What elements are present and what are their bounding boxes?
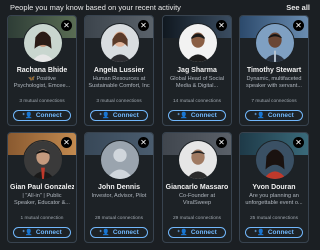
dismiss-icon[interactable]: ✕ bbox=[138, 20, 149, 31]
add-person-icon: ⁺👤 bbox=[22, 230, 33, 236]
add-person-icon: ⁺👤 bbox=[22, 113, 33, 119]
add-person-icon: ⁺👤 bbox=[254, 113, 265, 119]
person-headline: Global Head of Social Media & Digital... bbox=[169, 76, 225, 89]
person-name[interactable]: Jag Sharma bbox=[165, 66, 229, 75]
section-title: People you may know based on your recent… bbox=[10, 3, 181, 12]
person-card[interactable]: ✕ Angela Lussier Human Resources at Sust… bbox=[84, 15, 154, 126]
person-card[interactable]: ✕ Rachana Bhide 🦋 Positive Psychologist,… bbox=[7, 15, 77, 126]
connect-button[interactable]: ⁺👤 Connect bbox=[13, 110, 71, 121]
dismiss-icon[interactable]: ✕ bbox=[216, 137, 227, 148]
add-person-icon: ⁺👤 bbox=[99, 113, 110, 119]
person-headline: Are you planning an unforgettable event … bbox=[245, 193, 303, 206]
person-card[interactable]: ✕ John Dennis Investor, Advisor, Pilot 2… bbox=[84, 132, 154, 243]
person-card[interactable]: ✕ Jag Sharma Global Head of Social Media… bbox=[162, 15, 232, 126]
person-headline: Co-Founder at ViralSweep bbox=[178, 193, 216, 206]
see-all-link[interactable]: See all bbox=[286, 3, 310, 12]
connect-button[interactable]: ⁺👤 Connect bbox=[13, 227, 71, 238]
person-name[interactable]: Yvon Douran bbox=[242, 183, 306, 192]
person-name[interactable]: John Dennis bbox=[87, 183, 151, 192]
person-card[interactable]: ✕ Gian Paul Gonzalez | "All-in" | Public… bbox=[7, 132, 77, 243]
people-grid: ✕ Rachana Bhide 🦋 Positive Psychologist,… bbox=[7, 15, 309, 245]
avatar[interactable] bbox=[100, 140, 140, 180]
connect-button[interactable]: ⁺👤 Connect bbox=[90, 227, 148, 238]
person-headline: 🦋 Positive Psychologist, Emcee... bbox=[13, 76, 71, 89]
dismiss-icon[interactable]: ✕ bbox=[61, 20, 72, 31]
connect-button[interactable]: ⁺👤 Connect bbox=[168, 227, 226, 238]
avatar[interactable] bbox=[178, 23, 218, 63]
connect-button[interactable]: ⁺👤 Connect bbox=[245, 110, 303, 121]
add-person-icon: ⁺👤 bbox=[254, 230, 265, 236]
person-card[interactable]: ✕ Giancarlo Massaro Co-Founder at ViralS… bbox=[162, 132, 232, 243]
add-person-icon: ⁺👤 bbox=[177, 113, 188, 119]
dismiss-icon[interactable]: ✕ bbox=[293, 20, 304, 31]
mutual-connections: 25 mutual connections bbox=[250, 216, 298, 221]
avatar[interactable] bbox=[100, 23, 140, 63]
section-header: People you may know based on your recent… bbox=[10, 3, 310, 15]
person-card[interactable]: ✕ Yvon Douran Are you planning an unforg… bbox=[239, 132, 309, 243]
mutual-connections: 14 mutual connections bbox=[173, 99, 221, 104]
mutual-connections: 1 mutual connection bbox=[20, 216, 64, 221]
person-headline: | "All-in" | Public Speaker, Educator &.… bbox=[14, 193, 70, 206]
dismiss-icon[interactable]: ✕ bbox=[293, 137, 304, 148]
dismiss-icon[interactable]: ✕ bbox=[216, 20, 227, 31]
connect-button[interactable]: ⁺👤 Connect bbox=[90, 110, 148, 121]
person-headline: Investor, Advisor, Pilot bbox=[91, 193, 147, 199]
connect-button[interactable]: ⁺👤 Connect bbox=[168, 110, 226, 121]
person-name[interactable]: Rachana Bhide bbox=[10, 66, 74, 75]
person-name[interactable]: Giancarlo Massaro bbox=[165, 183, 229, 192]
person-card[interactable]: ✕ Timothy Stewart Dynamic, multifaceted … bbox=[239, 15, 309, 126]
person-name[interactable]: Gian Paul Gonzalez bbox=[10, 183, 74, 192]
mutual-connections: 3 mutual connections bbox=[19, 99, 65, 104]
mutual-connections: 3 mutual connections bbox=[96, 99, 142, 104]
mutual-connections: 29 mutual connections bbox=[173, 216, 221, 221]
person-name[interactable]: Timothy Stewart bbox=[242, 66, 306, 75]
avatar[interactable] bbox=[178, 140, 218, 180]
dismiss-icon[interactable]: ✕ bbox=[138, 137, 149, 148]
avatar[interactable] bbox=[23, 23, 63, 63]
add-person-icon: ⁺👤 bbox=[177, 230, 188, 236]
avatar[interactable] bbox=[255, 140, 295, 180]
avatar[interactable] bbox=[255, 23, 295, 63]
person-headline: Dynamic, multifaceted speaker with serva… bbox=[246, 76, 302, 89]
connect-button[interactable]: ⁺👤 Connect bbox=[245, 227, 303, 238]
add-person-icon: ⁺👤 bbox=[99, 230, 110, 236]
mutual-connections: 7 mutual connections bbox=[251, 99, 297, 104]
avatar[interactable] bbox=[23, 140, 63, 180]
person-name[interactable]: Angela Lussier bbox=[87, 66, 151, 75]
mutual-connections: 28 mutual connections bbox=[95, 216, 143, 221]
person-headline: Human Resources at Sustainable Comfort, … bbox=[88, 76, 150, 89]
dismiss-icon[interactable]: ✕ bbox=[61, 137, 72, 148]
